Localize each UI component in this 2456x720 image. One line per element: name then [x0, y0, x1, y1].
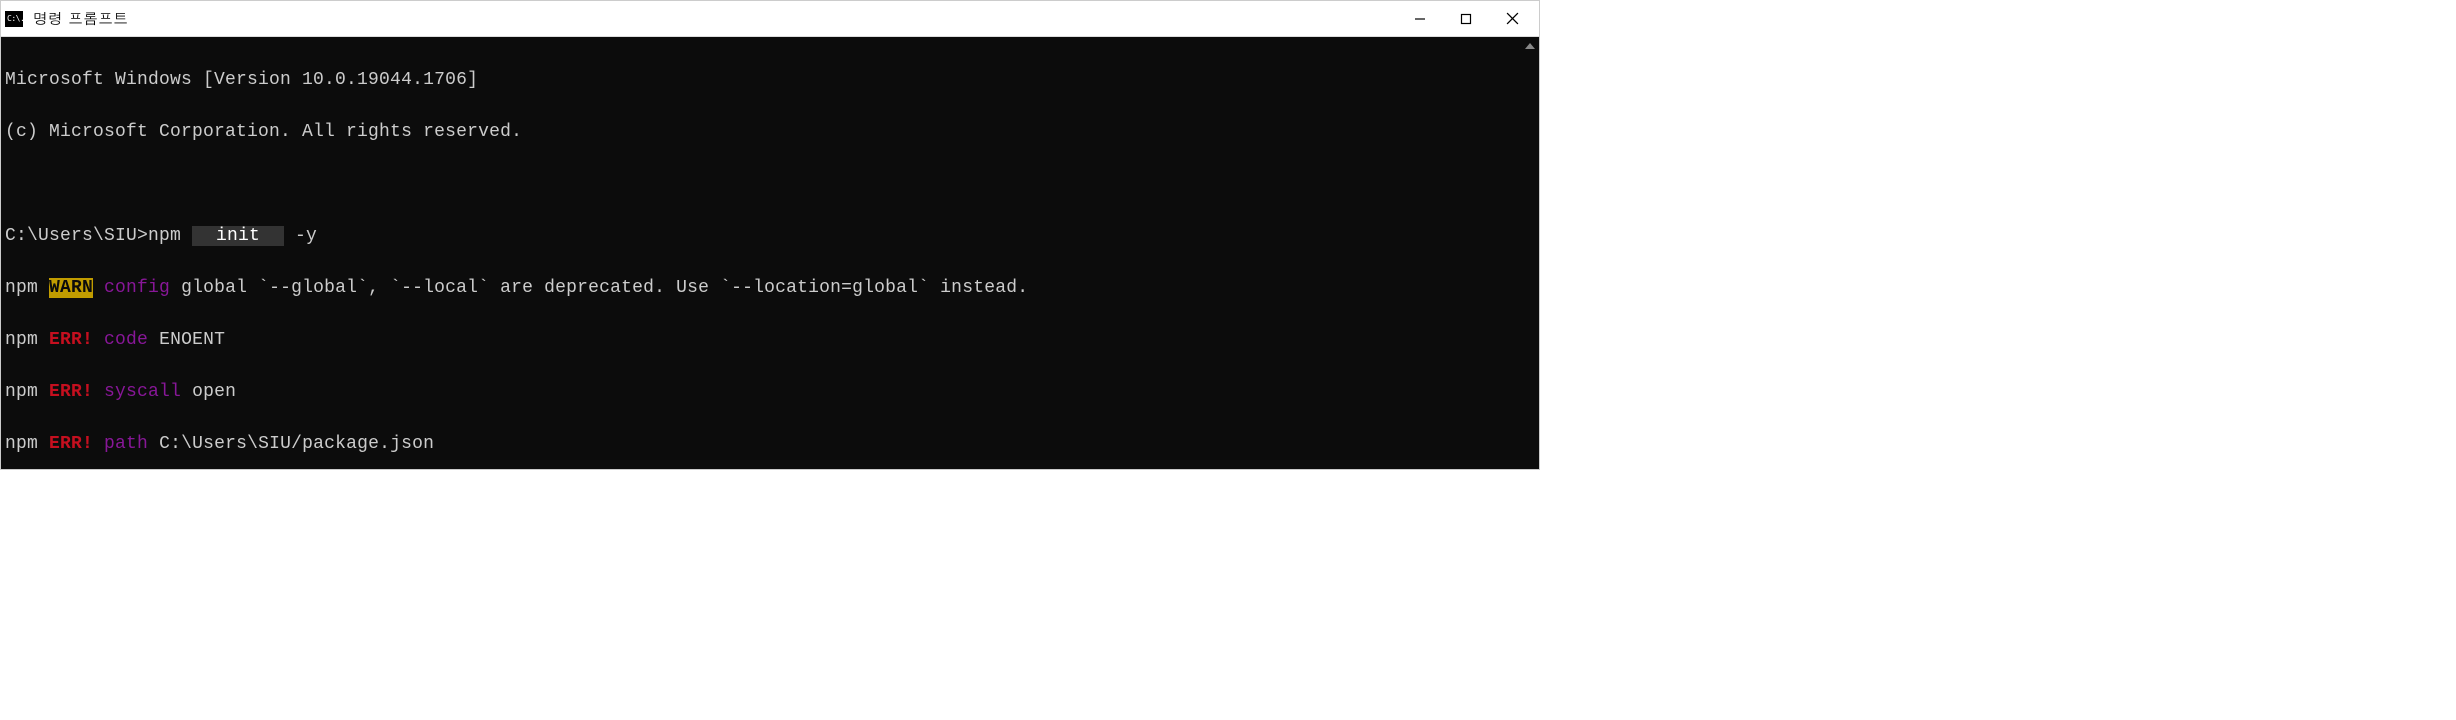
terminal-output[interactable]: Microsoft Windows [Version 10.0.19044.17… [1, 37, 1539, 469]
text: syscall [104, 382, 181, 402]
scroll-up-button[interactable] [1521, 37, 1539, 55]
text: npm [5, 278, 49, 298]
text [93, 434, 104, 454]
app-icon-text: C:\. [7, 14, 24, 23]
chevron-up-icon [1525, 43, 1535, 49]
highlighted-text: init [192, 226, 284, 246]
text [93, 278, 104, 298]
scrollbar[interactable] [1521, 37, 1539, 469]
text: npm [5, 382, 49, 402]
window-title: 명령 프롬프트 [33, 8, 1397, 29]
terminal-line: npm WARN config global `--global`, `--lo… [5, 275, 1531, 301]
text: npm [5, 434, 49, 454]
text: ENOENT [148, 330, 225, 350]
close-icon [1506, 12, 1519, 25]
terminal-line: npm ERR! code ENOENT [5, 327, 1531, 353]
terminal-line: C:\Users\SIU>npm init -y [5, 223, 1531, 249]
terminal-line [5, 171, 1531, 197]
text: npm [5, 330, 49, 350]
minimize-icon [1414, 13, 1426, 25]
command-prompt-window: C:\. 명령 프롬프트 Microsoft Windows [Version … [0, 0, 1540, 470]
terminal-line: npm ERR! path C:\Users\SIU/package.json [5, 431, 1531, 457]
text: config [104, 278, 170, 298]
text: path [104, 434, 148, 454]
terminal-line: npm ERR! syscall open [5, 379, 1531, 405]
text: Microsoft Windows [Version 10.0.19044.17… [5, 70, 478, 90]
text: global `--global`, `--local` are depreca… [170, 278, 1028, 298]
terminal-line: Microsoft Windows [Version 10.0.19044.17… [5, 67, 1531, 93]
text [93, 330, 104, 350]
err-badge: ERR! [49, 330, 93, 350]
text: (c) Microsoft Corporation. All rights re… [5, 122, 522, 142]
err-badge: ERR! [49, 382, 93, 402]
close-button[interactable] [1489, 1, 1535, 37]
maximize-icon [1460, 13, 1472, 25]
window-controls [1397, 1, 1535, 37]
warn-badge: WARN [49, 278, 93, 298]
prompt: C:\Users\SIU>npm [5, 226, 192, 246]
terminal-line: (c) Microsoft Corporation. All rights re… [5, 119, 1531, 145]
text: code [104, 330, 148, 350]
maximize-button[interactable] [1443, 1, 1489, 37]
titlebar[interactable]: C:\. 명령 프롬프트 [1, 1, 1539, 37]
text: C:\Users\SIU/package.json [148, 434, 434, 454]
text: open [181, 382, 236, 402]
app-icon: C:\. [5, 11, 23, 27]
err-badge: ERR! [49, 434, 93, 454]
minimize-button[interactable] [1397, 1, 1443, 37]
text: -y [284, 226, 317, 246]
text [93, 382, 104, 402]
